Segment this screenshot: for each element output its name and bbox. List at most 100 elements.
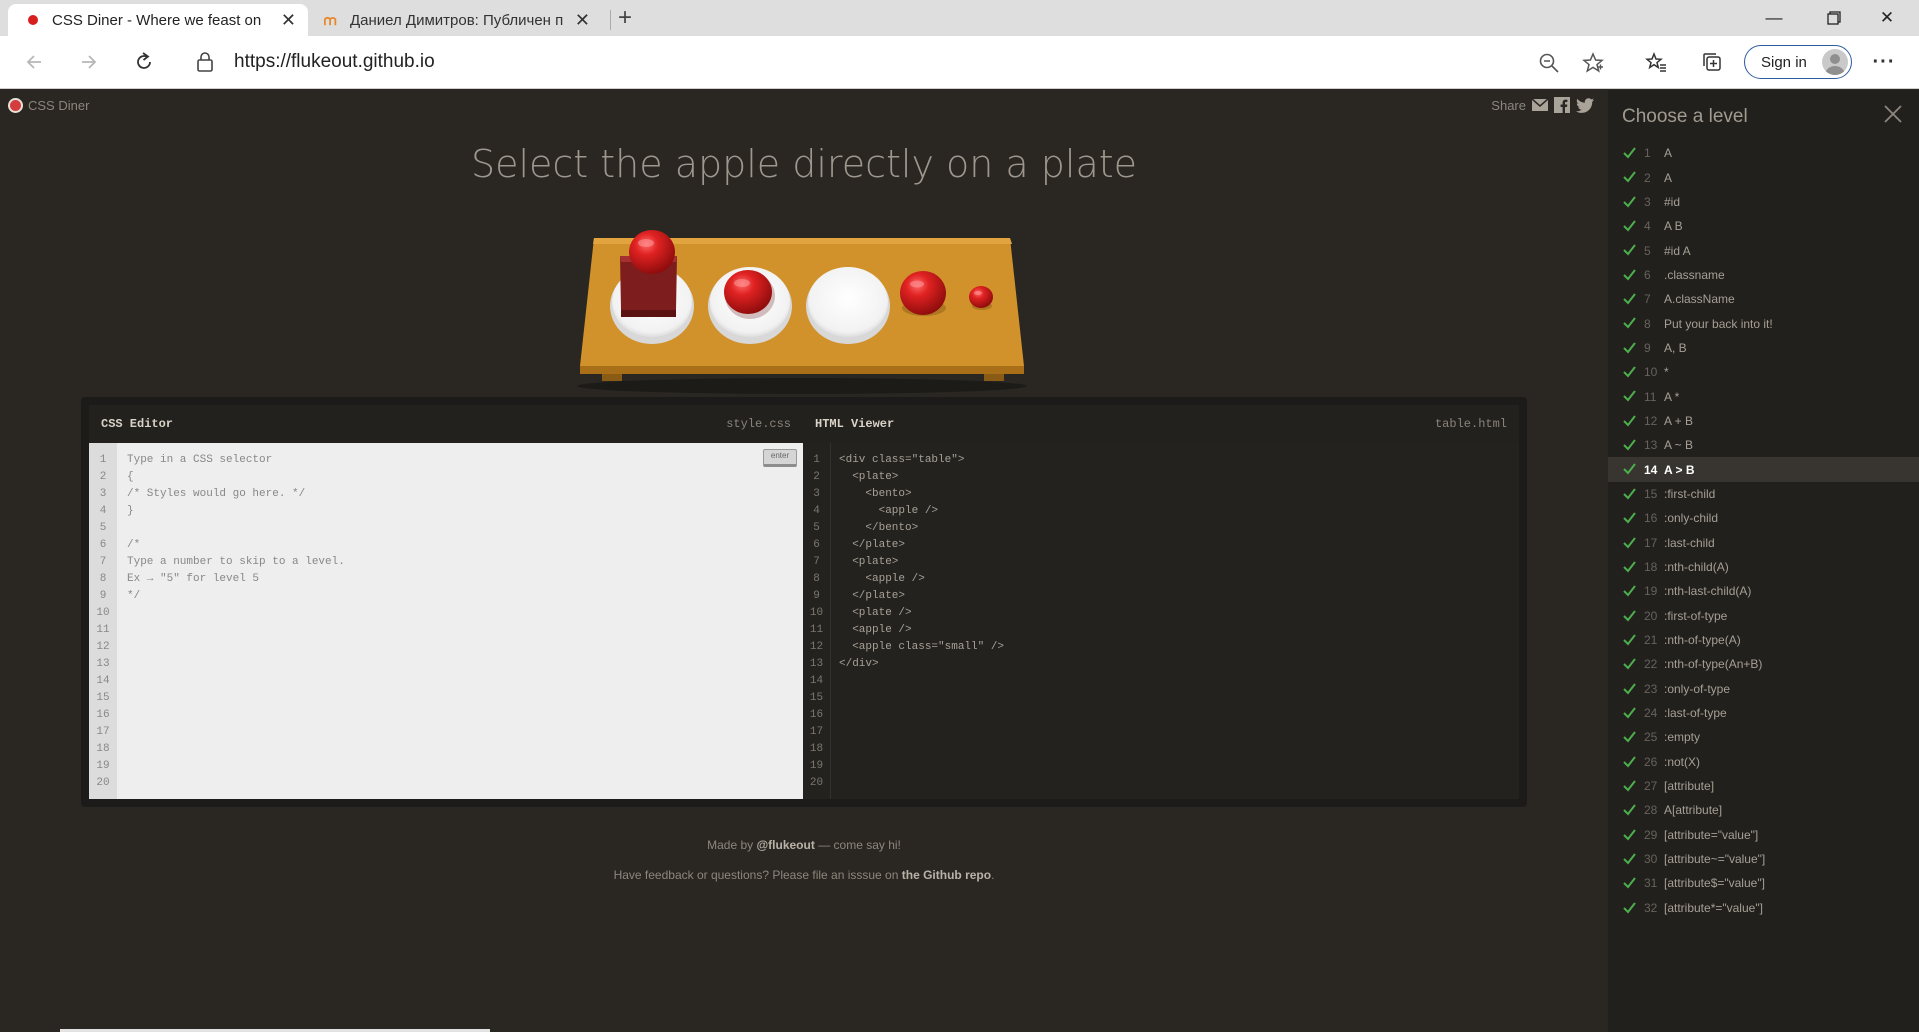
facebook-icon[interactable] — [1554, 97, 1570, 113]
close-icon[interactable]: ✕ — [281, 10, 296, 31]
sidebar-item-level-10[interactable]: 10 * — [1608, 360, 1919, 384]
level-name: #id — [1664, 194, 1681, 209]
new-tab-plus-icon[interactable]: + — [618, 4, 632, 32]
level-name: A * — [1664, 389, 1680, 404]
css-diner-icon — [28, 15, 38, 25]
sidebar-item-level-1[interactable]: 1A — [1608, 141, 1919, 165]
close-icon[interactable]: ✕ — [575, 10, 590, 31]
browser-toolbar: https://flukeout.github.io Sign in ··· — [0, 36, 1919, 89]
checkmark-icon — [1623, 658, 1636, 670]
sidebar-item-level-6[interactable]: 6 .classname — [1608, 263, 1919, 287]
sidebar-item-level-4[interactable]: 4 A B — [1608, 214, 1919, 238]
sidebar-item-level-24[interactable]: 24:last-of-type — [1608, 701, 1919, 725]
checkmark-icon — [1623, 512, 1636, 524]
restore-icon[interactable] — [1809, 4, 1859, 32]
level-number: 14 — [1644, 462, 1658, 477]
minimize-icon[interactable]: — — [1749, 4, 1799, 32]
share-bar: Share — [1491, 97, 1594, 113]
sidebar-item-level-18[interactable]: 18:nth-child(A) — [1608, 555, 1919, 579]
sidebar-item-level-26[interactable]: 26:not(X) — [1608, 750, 1919, 774]
level-number: 10 — [1644, 365, 1658, 380]
checkmark-icon — [1623, 366, 1636, 378]
sign-in-button[interactable]: Sign in — [1744, 45, 1852, 79]
level-number: 6 — [1644, 267, 1651, 282]
share-label: Share — [1491, 97, 1526, 113]
sidebar-item-level-8[interactable]: 8 Put your back into it! — [1608, 311, 1919, 335]
checkmark-icon — [1623, 293, 1636, 305]
close-icon[interactable] — [1883, 104, 1903, 124]
sidebar-item-level-5[interactable]: 5 #id A — [1608, 238, 1919, 262]
email-icon[interactable] — [1532, 98, 1548, 112]
checkmark-icon — [1623, 902, 1636, 914]
sidebar-item-level-9[interactable]: 9 A, B — [1608, 336, 1919, 360]
sidebar-item-level-11[interactable]: 11 A * — [1608, 384, 1919, 408]
sidebar-item-level-14[interactable]: 14 A > B — [1608, 457, 1919, 482]
css-editor-body[interactable]: 1 2 3 4 5 6 7 8 9 10 11 12 13 14 15 16 1… — [89, 443, 803, 799]
level-number: 17 — [1644, 535, 1658, 550]
browser-tab-inactive[interactable]: Даниел Димитров: Публичен п ✕ — [312, 4, 602, 36]
css-diner-logo — [8, 98, 23, 113]
level-number: 1 — [1644, 146, 1651, 161]
browser-tab-bar: CSS Diner - Where we feast on C ✕ Даниел… — [0, 0, 1919, 36]
address-bar[interactable]: https://flukeout.github.io — [182, 43, 1604, 81]
sidebar-item-level-2[interactable]: 2A — [1608, 165, 1919, 189]
sidebar-item-level-7[interactable]: 7 A.className — [1608, 287, 1919, 311]
sidebar-item-level-25[interactable]: 25:empty — [1608, 725, 1919, 749]
level-name: A — [1664, 146, 1673, 161]
level-number: 28 — [1644, 803, 1658, 818]
sidebar-item-level-28[interactable]: 28 A[attribute] — [1608, 798, 1919, 822]
feedback-prefix: Have feedback or questions? Please file … — [613, 868, 899, 882]
sidebar-item-level-12[interactable]: 12 A + B — [1608, 409, 1919, 433]
level-number: 3 — [1644, 194, 1651, 209]
checkmark-icon — [1623, 682, 1636, 695]
avatar — [1822, 49, 1848, 75]
level-number: 21 — [1644, 633, 1658, 648]
zoom-icon[interactable] — [1538, 52, 1560, 74]
sidebar-item-level-16[interactable]: 16:only-child — [1608, 506, 1919, 530]
sidebar-item-level-29[interactable]: 29 [attribute="value"] — [1608, 823, 1919, 847]
sidebar-item-level-20[interactable]: 20:first-of-type — [1608, 604, 1919, 628]
sidebar-item-level-22[interactable]: 22:nth-of-type(An+B) — [1608, 652, 1919, 676]
sidebar-item-level-3[interactable]: 3 #id — [1608, 190, 1919, 214]
sidebar-item-level-19[interactable]: 19:nth-last-child(A) — [1608, 579, 1919, 603]
level-number: 2 — [1644, 170, 1651, 185]
favorite-star-icon[interactable] — [1582, 52, 1604, 74]
collections-icon[interactable] — [1696, 46, 1728, 78]
level-number: 16 — [1644, 511, 1658, 526]
checkmark-icon — [1623, 415, 1636, 427]
brand-link[interactable]: CSS Diner — [8, 98, 89, 113]
level-number: 23 — [1644, 681, 1658, 696]
checkmark-icon — [1623, 829, 1636, 841]
sidebar-item-level-15[interactable]: 15:first-child — [1608, 482, 1919, 506]
level-number: 29 — [1644, 827, 1658, 842]
css-input[interactable]: Type in a CSS selector { /* Styles would… — [127, 443, 345, 605]
sidebar-item-level-23[interactable]: 23:only-of-type — [1608, 677, 1919, 701]
page-content: CSS Diner Share Select the apple directl… — [0, 90, 1608, 1032]
github-repo-link[interactable]: the Github repo — [902, 868, 991, 882]
back-arrow-icon[interactable] — [18, 46, 50, 78]
browser-tab-active[interactable]: CSS Diner - Where we feast on C ✕ — [8, 4, 308, 36]
favorites-icon[interactable] — [1640, 46, 1672, 78]
level-name: :first-of-type — [1664, 608, 1728, 623]
flukeout-link[interactable]: @flukeout — [756, 838, 814, 852]
html-markup[interactable]: <div class="table"> <plate> <bento> <app… — [839, 443, 1004, 673]
window-close-icon[interactable]: ✕ — [1862, 4, 1912, 32]
enter-button[interactable]: enter — [763, 449, 797, 467]
forward-arrow-icon[interactable] — [73, 46, 105, 78]
css-editor-header: CSS Editor style.css — [89, 405, 803, 443]
checkmark-icon — [1623, 147, 1636, 159]
checkmark-icon — [1623, 634, 1636, 646]
level-name: A.className — [1664, 292, 1735, 307]
sidebar-item-level-27[interactable]: 27 [attribute] — [1608, 774, 1919, 798]
sidebar-item-level-30[interactable]: 30 [attribute~="value"] — [1608, 847, 1919, 871]
sidebar-item-level-17[interactable]: 17:last-child — [1608, 531, 1919, 555]
sidebar-item-level-21[interactable]: 21:nth-of-type(A) — [1608, 628, 1919, 652]
sidebar-item-level-13[interactable]: 13 A ~ B — [1608, 433, 1919, 457]
sidebar-item-level-32[interactable]: 32 [attribute*="value"] — [1608, 896, 1919, 920]
twitter-icon[interactable] — [1576, 97, 1594, 113]
checkmark-icon — [1623, 707, 1636, 719]
sidebar-item-level-31[interactable]: 31 [attribute$="value"] — [1608, 871, 1919, 895]
level-number: 8 — [1644, 316, 1651, 331]
refresh-icon[interactable] — [128, 46, 160, 78]
more-options-icon[interactable]: ··· — [1868, 46, 1900, 78]
